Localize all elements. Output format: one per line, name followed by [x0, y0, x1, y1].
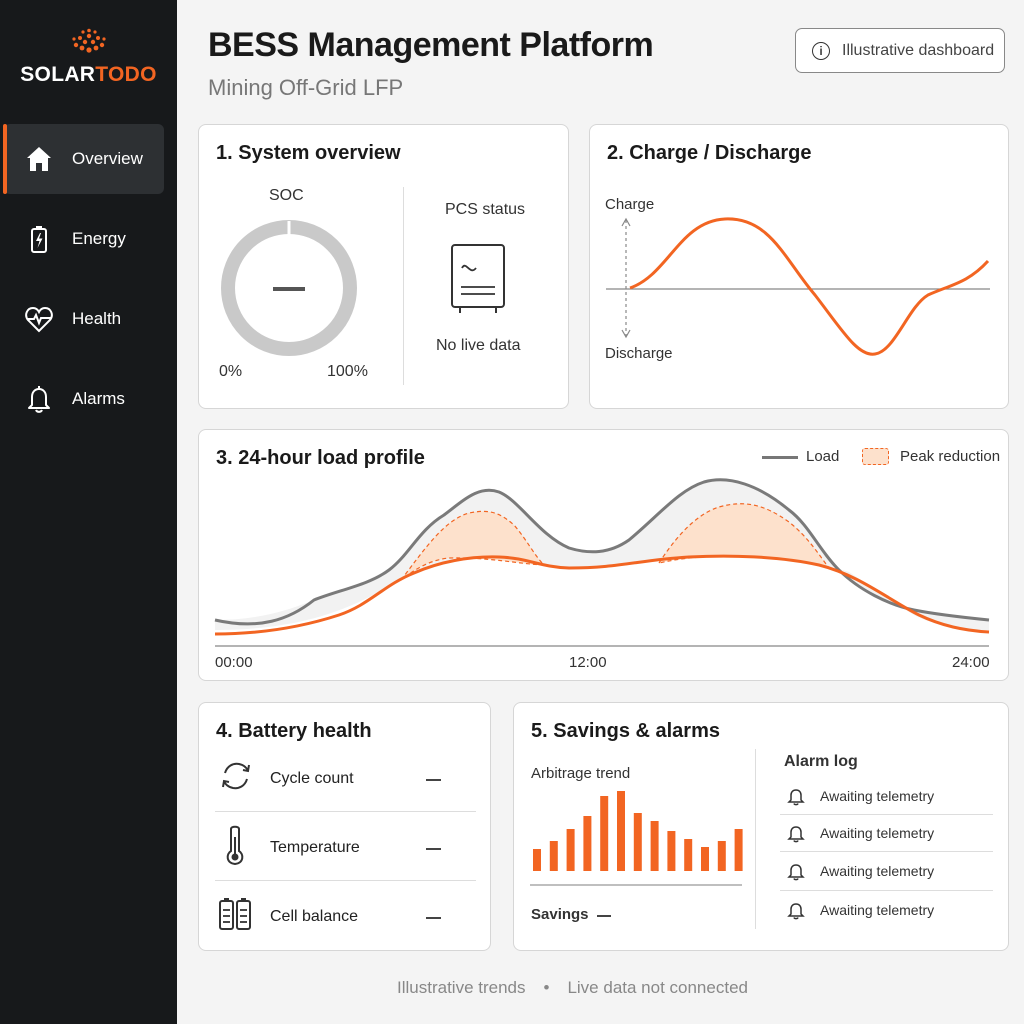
footer-right-text: Live data not connected	[567, 978, 748, 997]
alarm-log-title: Alarm log	[784, 753, 858, 770]
arbitrage-bar	[549, 841, 558, 871]
card-title: 1. System overview	[216, 142, 401, 164]
arbitrage-bar	[701, 847, 709, 871]
arbitrage-bar-chart	[530, 791, 743, 886]
page-subtitle: Mining Off-Grid LFP	[208, 75, 404, 100]
heart-icon	[25, 306, 53, 333]
bell-icon	[787, 864, 805, 881]
card-title: 4. Battery health	[216, 720, 372, 742]
alarm-row[interactable]: Awaiting telemetry	[780, 777, 993, 815]
brand-name-part2: TODO	[95, 63, 157, 86]
alarm-text: Awaiting telemetry	[820, 825, 935, 841]
cells-icon	[219, 898, 251, 930]
thermometer-icon	[226, 825, 244, 866]
info-icon: i	[812, 41, 830, 60]
bell-icon	[787, 826, 805, 843]
sidebar-item-energy[interactable]: Energy	[4, 204, 164, 274]
savings-value	[597, 915, 611, 917]
alarm-text: Awaiting telemetry	[820, 788, 935, 804]
charge-discharge-chart	[606, 217, 990, 356]
savings-alarms-card: 5. Savings & alarms Arbitrage trend Savi…	[513, 702, 1009, 951]
alarm-row[interactable]: Awaiting telemetry	[780, 852, 993, 890]
pcs-device-icon	[451, 244, 505, 313]
sidebar-item-health[interactable]: Health	[4, 284, 164, 354]
battery-icon	[31, 226, 47, 253]
brand-logo: SOLARTODO	[0, 28, 177, 87]
footer-left-text: Illustrative trends	[397, 978, 526, 997]
main-area: BESS Management Platform Mining Off-Grid…	[177, 0, 1024, 1024]
x-axis-end: 24:00	[952, 654, 990, 671]
arbitrage-bar	[633, 813, 642, 871]
alarm-row[interactable]: Awaiting telemetry	[780, 814, 993, 852]
bell-icon	[28, 386, 50, 413]
pcs-status-value: No live data	[436, 337, 521, 354]
sidebar: SOLARTODO Overview Energy Health Alarms	[0, 0, 177, 1024]
soc-min-label: 0%	[219, 363, 243, 380]
x-axis-mid: 12:00	[569, 654, 607, 671]
alarm-row[interactable]: Awaiting telemetry	[780, 891, 993, 929]
arbitrage-bar	[533, 849, 541, 871]
arbitrage-trend-label: Arbitrage trend	[531, 765, 631, 782]
sidebar-item-label: Alarms	[72, 389, 125, 408]
arbitrage-bar	[600, 796, 609, 871]
charge-discharge-curve	[629, 217, 990, 356]
health-row-label: Cycle count	[270, 770, 354, 787]
arbitrage-bar	[566, 829, 575, 871]
home-icon	[27, 147, 51, 171]
brand-name-part1: SOLAR	[20, 63, 96, 86]
cycle-icon	[222, 762, 250, 790]
load-profile-card: 3. 24-hour load profile Load Peak reduct…	[198, 429, 1009, 681]
sidebar-item-overview[interactable]: Overview	[3, 124, 164, 194]
x-axis-start: 00:00	[215, 654, 253, 671]
arbitrage-bar	[684, 839, 693, 871]
charge-discharge-card: 2. Charge / Discharge Charge Discharge	[589, 124, 1009, 409]
arbitrage-bar	[617, 791, 625, 871]
savings-label: Savings	[531, 906, 589, 923]
sidebar-item-label: Health	[72, 309, 122, 328]
soc-max-label: 100%	[327, 363, 368, 380]
alarm-text: Awaiting telemetry	[820, 902, 935, 918]
health-row-label: Temperature	[270, 839, 360, 856]
illustrative-dashboard-label: Illustrative dashboard	[842, 41, 995, 59]
load-fill	[215, 479, 989, 630]
alarm-text: Awaiting telemetry	[820, 863, 935, 879]
system-overview-card: 1. System overview SOC 0% 100% PCS statu…	[198, 124, 569, 409]
arbitrage-bar	[650, 821, 659, 871]
pcs-status-label: PCS status	[445, 201, 526, 218]
health-row-value	[426, 779, 441, 781]
page-title: BESS Management Platform	[208, 26, 654, 64]
savings-divider	[755, 749, 756, 929]
soc-value	[273, 287, 305, 291]
health-row-value	[426, 848, 441, 850]
footer: Illustrative trends • Live data not connec…	[397, 978, 748, 998]
row-divider	[215, 880, 476, 881]
sun-logo-icon	[71, 28, 106, 53]
health-row-label: Cell balance	[270, 908, 359, 925]
row-divider	[215, 811, 476, 812]
bell-icon	[787, 903, 805, 920]
battery-health-card: 4. Battery health Cycle count Temperatur…	[198, 702, 491, 951]
health-row-value	[426, 917, 441, 919]
arbitrage-bar	[734, 829, 743, 871]
overview-divider	[403, 187, 404, 385]
sidebar-item-label: Energy	[72, 229, 126, 248]
soc-label: SOC	[269, 187, 304, 204]
arbitrage-bar	[667, 831, 676, 871]
load-profile-chart	[214, 478, 990, 647]
sidebar-nav: Overview Energy Health Alarms	[0, 124, 177, 444]
bell-icon	[787, 789, 805, 806]
sidebar-item-label: Overview	[72, 149, 143, 168]
sidebar-item-alarms[interactable]: Alarms	[4, 364, 164, 434]
arbitrage-bar	[717, 841, 726, 871]
card-title: 5. Savings & alarms	[531, 720, 720, 742]
footer-separator: •	[543, 978, 550, 997]
arbitrage-bar	[583, 816, 592, 871]
illustrative-dashboard-button[interactable]: i Illustrative dashboard	[795, 28, 1005, 73]
